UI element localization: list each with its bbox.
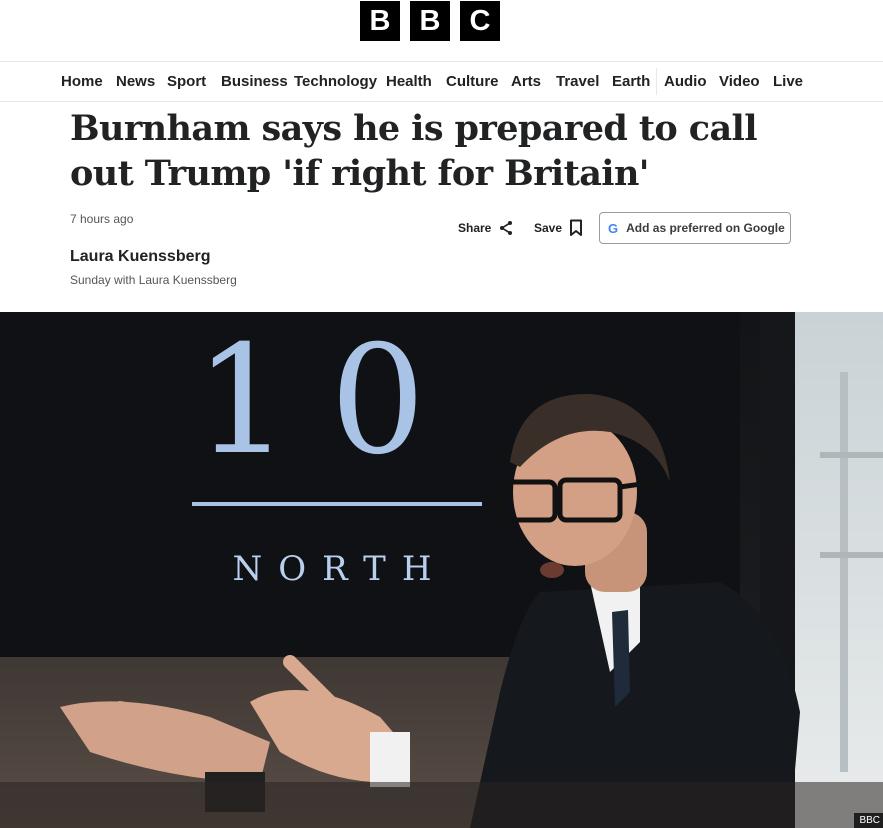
nav-culture[interactable]: Culture bbox=[446, 62, 499, 101]
author-name[interactable]: Laura Kuenssberg bbox=[70, 248, 210, 266]
bookmark-icon bbox=[570, 219, 583, 236]
nav-arts[interactable]: Arts bbox=[511, 62, 541, 101]
nav-video[interactable]: Video bbox=[719, 62, 760, 101]
share-label: Share bbox=[458, 221, 492, 235]
save-label: Save bbox=[534, 221, 563, 235]
nav-news[interactable]: News bbox=[116, 62, 155, 101]
sign-text: NORTH bbox=[233, 549, 448, 589]
nav-audio[interactable]: Audio bbox=[664, 62, 707, 101]
lead-image: 10 NORTH BBC bbox=[0, 312, 883, 828]
lead-image-illustration: 10 NORTH bbox=[0, 312, 883, 828]
image-credit: BBC bbox=[854, 813, 883, 828]
logo-block-1: B bbox=[360, 1, 400, 41]
sign-number: 10 bbox=[195, 314, 466, 488]
nav-earth[interactable]: Earth bbox=[612, 62, 650, 101]
nav-sport[interactable]: Sport bbox=[167, 62, 206, 101]
add-preferred-google-button[interactable]: G Add as preferred on Google bbox=[599, 212, 791, 244]
article-headline: Burnham says he is prepared to call out … bbox=[70, 108, 758, 194]
main-navigation: Home News Sport Business Technology Heal… bbox=[0, 61, 883, 102]
nav-technology[interactable]: Technology bbox=[294, 62, 377, 101]
nav-live[interactable]: Live bbox=[773, 62, 803, 101]
logo-block-3: C bbox=[460, 1, 500, 41]
google-button-label: Add as preferred on Google bbox=[626, 221, 785, 235]
nav-home[interactable]: Home bbox=[61, 62, 103, 101]
nav-divider bbox=[656, 68, 657, 95]
share-icon bbox=[500, 221, 513, 235]
nav-health[interactable]: Health bbox=[386, 62, 432, 101]
google-icon: G bbox=[608, 220, 619, 236]
logo-block-2: B bbox=[410, 1, 450, 41]
share-button[interactable]: Share bbox=[458, 218, 514, 238]
author-role: Sunday with Laura Kuenssberg bbox=[70, 273, 237, 287]
publish-timestamp: 7 hours ago bbox=[70, 212, 134, 226]
site-header: B B C bbox=[0, 0, 883, 61]
bbc-logo[interactable]: B B C bbox=[360, 1, 500, 41]
nav-business[interactable]: Business bbox=[221, 62, 288, 101]
svg-text:10: 10 bbox=[195, 314, 466, 488]
nav-travel[interactable]: Travel bbox=[556, 62, 599, 101]
save-button[interactable]: Save bbox=[534, 218, 583, 238]
